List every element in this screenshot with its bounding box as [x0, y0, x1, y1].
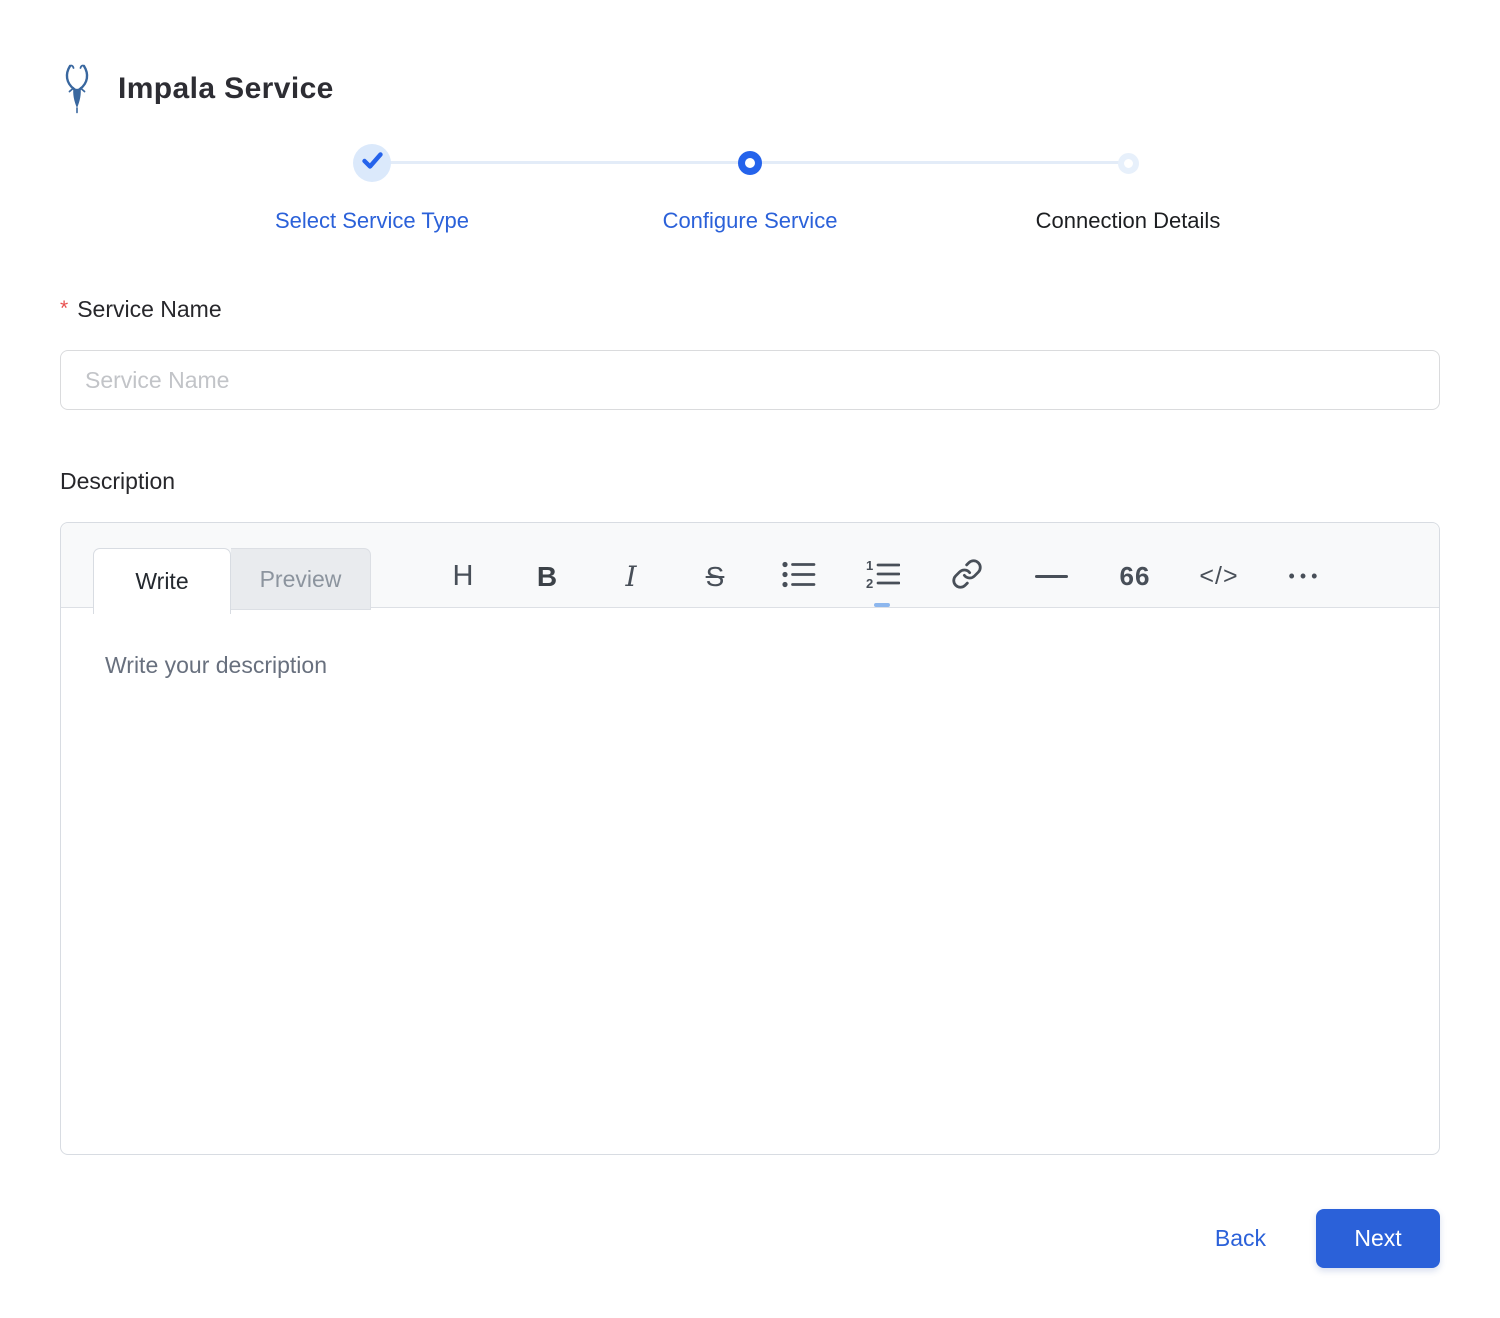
step2-indicator[interactable]: [738, 144, 762, 182]
bold-button[interactable]: B: [505, 561, 589, 593]
editor-tabs: Write Preview: [93, 523, 371, 614]
service-name-label: * Service Name: [60, 296, 222, 322]
back-button[interactable]: Back: [1215, 1225, 1266, 1252]
quote-button[interactable]: 66: [1093, 561, 1177, 592]
ordered-list-button[interactable]: 1 2: [841, 558, 925, 594]
step1-label[interactable]: Select Service Type: [275, 208, 469, 234]
pending-step-ring-icon: [1117, 152, 1139, 174]
required-asterisk: *: [60, 297, 69, 320]
tab-write[interactable]: Write: [93, 548, 231, 614]
ordered-list-icon: 1 2: [866, 558, 901, 594]
link-icon: [951, 558, 983, 595]
formatting-toolbar: H B I S 1 2 66 </> •••: [421, 523, 1345, 608]
italic-button[interactable]: I: [589, 560, 673, 593]
description-textarea[interactable]: [105, 652, 1395, 1111]
step2-label[interactable]: Configure Service: [663, 208, 838, 234]
unordered-list-button[interactable]: [757, 561, 841, 593]
impala-logo-icon: [60, 64, 94, 114]
active-step-ring-icon: [738, 151, 762, 175]
code-button[interactable]: </>: [1177, 562, 1261, 591]
check-icon: [361, 152, 383, 174]
step3-indicator[interactable]: [1117, 144, 1139, 182]
page-title: Impala Service: [118, 72, 334, 105]
page-header: Impala Service: [60, 64, 1440, 114]
step-configure-service[interactable]: Configure Service: [561, 144, 939, 234]
next-button[interactable]: Next: [1316, 1209, 1440, 1268]
markdown-editor: Write Preview H B I S 1 2 66 </> ••• Wri…: [60, 522, 1440, 1155]
tab-preview[interactable]: Preview: [231, 548, 371, 610]
link-button[interactable]: [925, 558, 1009, 595]
editor-write-area: [61, 608, 1439, 1155]
ordered-list-focus-indicator: [874, 603, 890, 607]
description-label: Description: [60, 468, 176, 494]
configure-service-page: Impala Service Select Service Type Confi…: [0, 0, 1500, 1318]
horizontal-rule-button[interactable]: [1009, 575, 1093, 578]
svg-text:2: 2: [866, 576, 873, 589]
step-connection-details[interactable]: Connection Details: [939, 144, 1317, 234]
wizard-stepper: Select Service Type Configure Service Co…: [183, 144, 1317, 234]
more-options-button[interactable]: •••: [1261, 566, 1345, 587]
svg-text:1: 1: [866, 559, 873, 573]
editor-toolbar-bar: Write Preview H B I S 1 2 66 </> •••: [61, 523, 1439, 614]
heading-button[interactable]: H: [421, 560, 505, 593]
strikethrough-button[interactable]: S: [673, 561, 757, 593]
horizontal-rule-icon: [1034, 575, 1068, 578]
footer-actions: Back Next: [60, 1209, 1440, 1268]
step1-indicator[interactable]: [353, 144, 391, 182]
step-select-service-type[interactable]: Select Service Type: [183, 144, 561, 234]
unordered-list-icon: [782, 561, 816, 593]
step3-label[interactable]: Connection Details: [1036, 208, 1221, 234]
service-name-input[interactable]: [60, 350, 1440, 410]
